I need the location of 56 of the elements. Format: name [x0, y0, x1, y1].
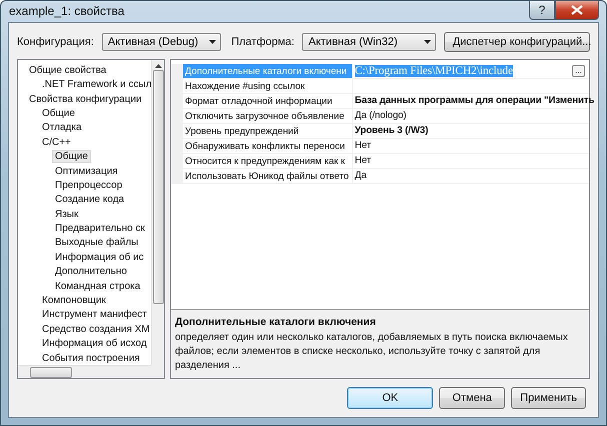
tree-item[interactable]: C/C++ [39, 136, 74, 149]
tree-item[interactable]: Командная строка [52, 280, 144, 293]
dialog-button[interactable]: OK [347, 387, 434, 409]
property-value: C:\Program Files\MPICH2\include [354, 64, 513, 77]
property-name[interactable]: Отключить загрузочное объявление [183, 108, 353, 124]
tree-item[interactable]: Информация об ис [52, 250, 147, 264]
vertical-scrollbar[interactable] [151, 60, 164, 365]
property-name[interactable]: Обнаруживать конфликты переноси [183, 138, 353, 154]
property-name[interactable]: Относится к предупреждениям как к [183, 154, 353, 169]
platform-label: Платформа: [231, 36, 294, 48]
dropdown-arrow-icon [209, 40, 216, 44]
close-icon [571, 5, 583, 15]
tree-item[interactable]: Компоновщик [39, 294, 109, 308]
tree-item[interactable]: Предварительно ск [52, 222, 148, 236]
property-value: Да [354, 170, 366, 182]
dropdown-arrow-icon [424, 40, 431, 44]
tree-item[interactable]: Выходные файлы [52, 236, 142, 250]
property-value: Нет [354, 140, 371, 152]
tree-item[interactable]: Инструмент манифест [39, 308, 150, 322]
property-name[interactable]: Формат отладочной информации [183, 94, 353, 109]
browse-button[interactable]: ... [572, 64, 585, 77]
configuration-manager-button[interactable]: Диспетчер конфигураций... [444, 32, 590, 52]
window-title: example_1: свойства [8, 4, 126, 18]
property-name[interactable]: Использовать Юникод файлы ответо [183, 168, 353, 184]
help-button[interactable]: ? [529, 0, 555, 20]
dialog-button[interactable]: Отмена [439, 387, 506, 409]
tree-item[interactable]: Информация об исход [39, 337, 150, 350]
tree-item[interactable]: Общие [39, 106, 78, 120]
tree-item[interactable]: Язык [52, 208, 82, 221]
property-value: Да (/nologo) [354, 110, 406, 122]
platform-dropdown[interactable]: Активная (Win32) [302, 32, 436, 51]
horizontal-scrollbar[interactable] [18, 365, 151, 378]
tree-item[interactable]: Свойства конфигурации [26, 92, 145, 106]
property-name[interactable]: Нахождение #using ссылок [183, 78, 353, 94]
configuration-dropdown[interactable]: Активная (Debug) [102, 32, 222, 51]
tree-item[interactable]: Средство создания ХМ [39, 322, 151, 336]
configuration-label: Конфигурация: [17, 36, 94, 48]
property-value: Уровень 3 (/W3) [354, 125, 428, 136]
property-value: Нет [354, 155, 371, 166]
property-value: База данных программы для операции "Изменить [354, 95, 594, 106]
scrollbar-thumb[interactable] [152, 70, 164, 304]
tree-item[interactable]: События построения [39, 352, 143, 365]
tree-item[interactable]: Оптимизация [52, 164, 121, 178]
tree-item[interactable]: Общие [52, 150, 91, 164]
property-name[interactable]: Уровень предупреждений [183, 124, 353, 139]
description-title: Дополнительные каталоги включения [175, 316, 377, 328]
tree-item[interactable]: Общие свойства [26, 64, 110, 77]
tree-item[interactable]: Отладка [39, 121, 85, 134]
dialog-button[interactable]: Применить [511, 387, 586, 409]
tree-item[interactable]: Препроцессор [52, 178, 126, 192]
description-text: определяет один или несколько каталогов, добавляемых в путь поиска включаемых файлов; если элементов в списке несколько, используйте точку с запятой для разделения ... [175, 331, 569, 373]
scrollbar-thumb[interactable] [30, 366, 72, 378]
tree-item[interactable]: Создание кода [52, 193, 128, 206]
close-button[interactable] [555, 0, 599, 20]
tree-item[interactable]: Дополнительно [52, 265, 130, 278]
tree-item[interactable]: .NET Framework и ссыл [39, 78, 151, 92]
